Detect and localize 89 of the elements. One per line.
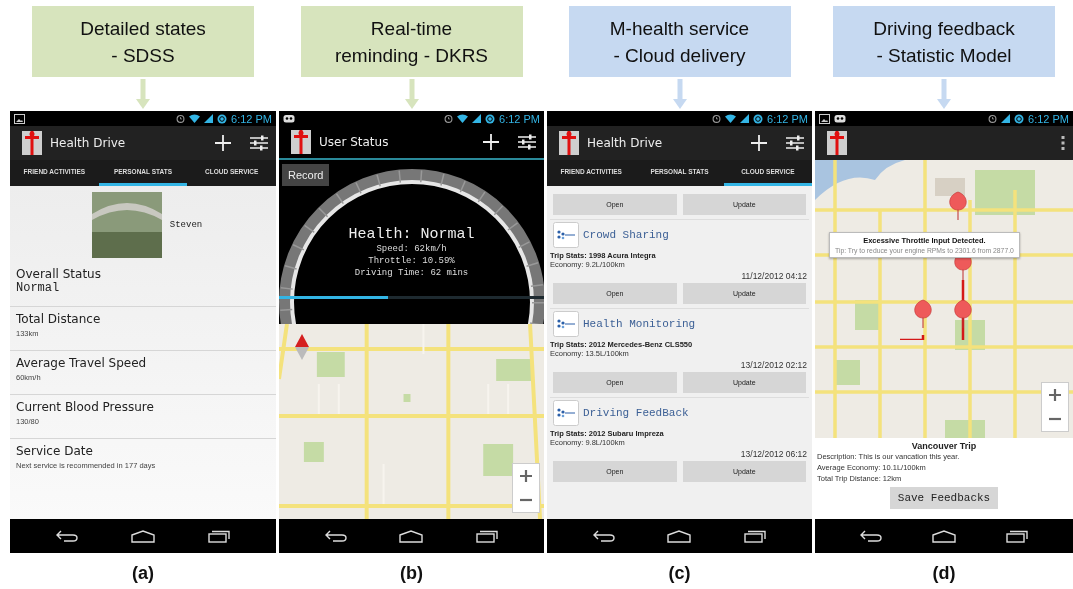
health-status: Health: Normal [347,226,476,243]
signal-icon [472,114,482,123]
picture-icon [819,113,830,124]
stat-label: Total Distance [16,312,102,326]
robot-icon [283,114,295,123]
down-arrow-icon [937,79,951,109]
add-icon[interactable] [750,134,768,152]
clock-time: 6:12 PM [231,112,272,125]
card-title: Driving FeedBack [583,407,689,419]
compass-icon[interactable] [295,334,309,360]
network-icon[interactable] [553,400,579,426]
callout-text: - Statistic Model [876,43,1012,68]
trip-title: Vancouver Trip [910,441,978,451]
wifi-icon [189,114,201,123]
card-title: Crowd Sharing [583,229,669,241]
callout-text: Real-time [370,16,453,41]
stat-label: Average Travel Speed [16,356,148,370]
sliders-icon[interactable] [518,134,536,150]
card-title: Health Monitoring [583,318,696,330]
gauge-reading: Throttle: 10.59% [367,255,456,267]
recents-icon[interactable] [1006,529,1028,543]
alarm-icon [988,114,998,123]
stat-row[interactable]: Overall Status Normal [10,262,276,306]
app-logo-icon[interactable] [559,131,579,155]
down-arrow-icon [672,79,687,109]
network-icon[interactable] [553,311,579,337]
stat-label: Overall Status [16,267,102,281]
robot-icon [834,114,846,123]
sliders-icon[interactable] [786,135,804,151]
stat-label: Service Date [16,444,94,458]
signal-icon [1001,114,1011,123]
alarm-icon [176,114,186,123]
down-arrow-icon [404,79,419,109]
card-date: 13/12/2012 02:12 [739,360,807,370]
photo-placeholder [91,192,162,258]
gauge-reading: Speed: 62km/h [375,243,448,255]
overflow-menu-icon[interactable] [1061,136,1065,150]
card-date: 13/12/2012 06:12 [739,449,807,459]
figure-caption: (d) [931,562,957,584]
recents-icon[interactable] [475,529,498,543]
callout-text: Driving feedback [873,16,1015,41]
profile-name: Steven [169,220,203,230]
down-arrow-icon [136,79,150,109]
signal-icon [740,114,750,123]
card-date: 11/12/2012 04:12 [740,271,807,281]
wifi-icon [457,114,469,123]
signal-icon [204,114,214,123]
gauge-reading: Driving Time: 62 mins [353,267,470,279]
app-title: User Status [319,135,389,149]
home-icon[interactable] [399,529,424,543]
app-logo-icon[interactable] [827,131,847,155]
sliders-icon[interactable] [250,135,268,151]
app-logo-icon[interactable] [22,131,42,155]
network-icon[interactable] [553,222,579,248]
home-icon[interactable] [932,529,956,543]
zoom-in-icon[interactable] [519,469,533,483]
recents-icon[interactable] [207,529,230,543]
figure-caption: (b) [399,562,424,584]
add-icon[interactable] [214,134,232,152]
clock-time: 6:12 PM [1028,112,1069,125]
clock-time: 6:12 PM [767,112,808,125]
app-title: Health Drive [50,136,126,150]
figure-caption: (c) [667,562,692,584]
callout-text: Detailed states [80,16,206,41]
home-icon[interactable] [131,529,155,543]
wifi-icon [725,114,737,123]
stat-label: Current Blood Pressure [16,400,155,414]
alarm-icon [712,114,722,123]
stat-value: Normal [16,281,61,295]
back-icon[interactable] [56,530,79,542]
back-icon[interactable] [593,530,616,542]
picture-icon [14,113,25,124]
app-title: Health Drive [587,136,663,150]
callout-text: - SDSS [111,43,175,68]
back-icon[interactable] [860,530,882,542]
app-logo-icon[interactable] [291,130,311,154]
zoom-in-icon[interactable] [1048,388,1062,402]
alarm-icon [444,114,454,123]
home-icon[interactable] [667,529,692,543]
callout-text: M-health service [609,16,750,41]
save-button[interactable]: Save Feedbacks [889,487,999,509]
record-button[interactable]: Record [282,164,330,186]
back-icon[interactable] [325,530,348,542]
recents-icon[interactable] [743,529,766,543]
figure-caption: (a) [131,562,155,584]
callout-text: reminding - DKRS [334,43,489,68]
add-icon[interactable] [482,133,500,151]
callout-text: - Cloud delivery [613,43,746,68]
clock-time: 6:12 PM [499,112,540,125]
